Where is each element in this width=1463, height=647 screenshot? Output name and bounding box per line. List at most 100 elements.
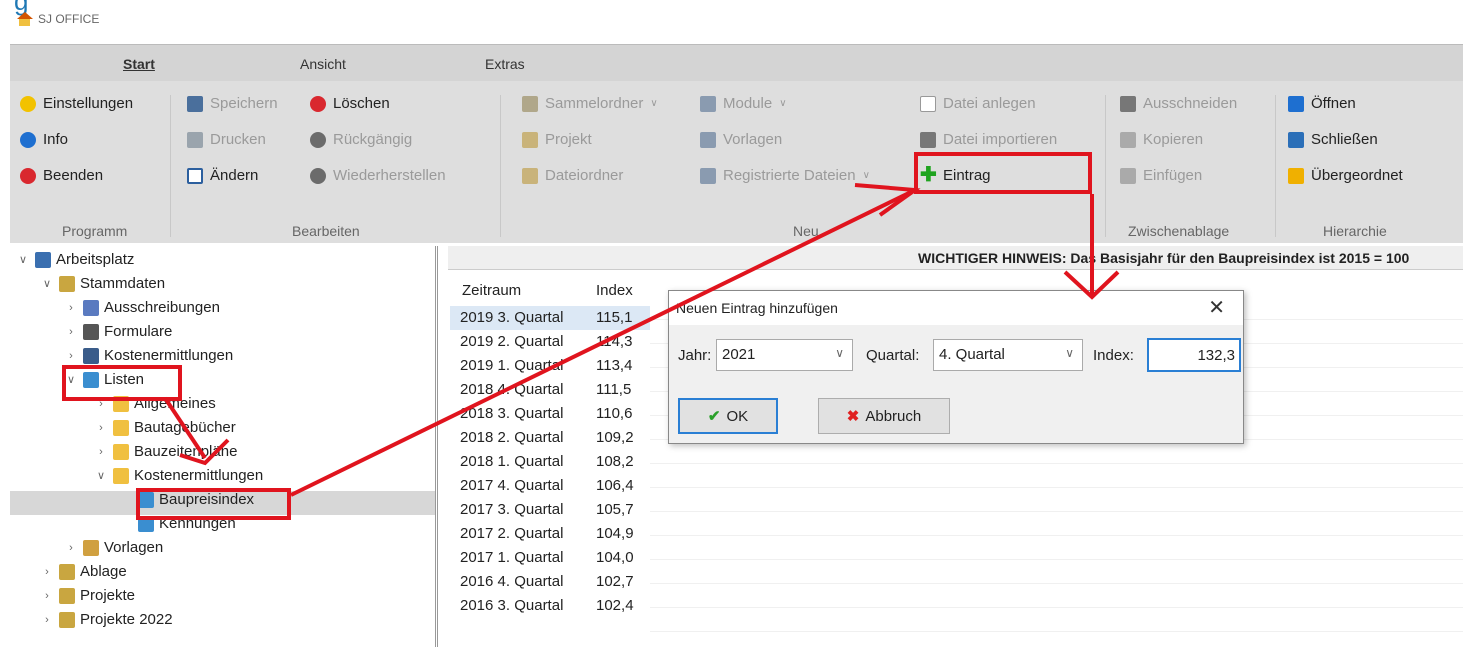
- ribbon-tabs: Start Ansicht Extras: [10, 45, 1463, 81]
- tab-extras[interactable]: Extras: [485, 56, 525, 72]
- table-row[interactable]: 2018 2. Quartal 109,2: [450, 426, 650, 450]
- expand-icon[interactable]: ∨: [16, 253, 30, 266]
- tree-node-kostenermittlungen[interactable]: › Kostenermittlungen: [64, 347, 233, 364]
- collapse-icon[interactable]: ›: [94, 446, 108, 458]
- modules-button[interactable]: Module ∨: [700, 95, 787, 112]
- annotation-box-baupreisindex: [136, 488, 291, 520]
- paste-icon: [1120, 167, 1136, 184]
- collapse-icon[interactable]: ›: [40, 614, 54, 626]
- cell-index: 108,2: [596, 453, 634, 470]
- tree-node-ausschreibungen[interactable]: › Ausschreibungen: [64, 299, 220, 316]
- table-row[interactable]: 2019 1. Quartal 113,4: [450, 354, 650, 378]
- collapse-icon[interactable]: ›: [64, 302, 78, 314]
- collapse-icon[interactable]: ›: [40, 590, 54, 602]
- app-title: SJ OFFICE: [16, 12, 99, 26]
- tab-ansicht[interactable]: Ansicht: [300, 56, 346, 72]
- paste-button[interactable]: Einfügen: [1120, 167, 1202, 184]
- cell-index: 111,5: [596, 381, 632, 398]
- cell-index: 115,1: [596, 309, 633, 326]
- import-file-button[interactable]: Datei importieren: [920, 131, 1057, 148]
- column-header-index[interactable]: Index: [596, 282, 633, 299]
- tree-node-formulare[interactable]: › Formulare: [64, 323, 172, 340]
- table-row[interactable]: 2017 3. Quartal 105,7: [450, 498, 650, 522]
- copy-icon: [1120, 131, 1136, 148]
- ribbon: Start Ansicht Extras Einstellungen Info …: [10, 44, 1463, 243]
- tree-node-ablage[interactable]: › Ablage: [40, 563, 127, 580]
- create-file-button[interactable]: Datei anlegen: [920, 95, 1036, 112]
- cell-zeitraum: 2018 4. Quartal: [460, 381, 564, 398]
- table-row[interactable]: 2018 4. Quartal 111,5: [450, 378, 650, 402]
- table-row[interactable]: 2018 1. Quartal 108,2: [450, 450, 650, 474]
- annotation-box-listen: [62, 365, 182, 401]
- registered-files-button[interactable]: Registrierte Dateien ∨: [700, 167, 870, 184]
- table-row[interactable]: 2019 3. Quartal 115,1: [450, 306, 650, 330]
- cell-zeitraum: 2017 3. Quartal: [460, 501, 564, 518]
- cell-zeitraum: 2016 3. Quartal: [460, 597, 564, 614]
- project-button[interactable]: Projekt: [522, 131, 592, 148]
- copy-button[interactable]: Kopieren: [1120, 131, 1203, 148]
- file-folder-button[interactable]: Dateiordner: [522, 167, 623, 184]
- add-entry-dialog: Neuen Eintrag hinzufügen ✕ Jahr: 2021 ∨ Q…: [668, 290, 1244, 444]
- tree-node-kostenermittlungen-sub[interactable]: ∨ Kostenermittlungen: [94, 467, 263, 484]
- table-row[interactable]: 2016 3. Quartal 102,4: [450, 594, 650, 618]
- cancel-button[interactable]: ✖ Abbruch: [818, 398, 950, 434]
- table-row[interactable]: 2017 4. Quartal 106,4: [450, 474, 650, 498]
- project-icon: [522, 131, 538, 148]
- close-icon[interactable]: ✕: [1208, 295, 1225, 320]
- close-button[interactable]: Schließen: [1288, 131, 1378, 148]
- table-row[interactable]: 2016 4. Quartal 102,7: [450, 570, 650, 594]
- save-button[interactable]: Speichern: [187, 95, 278, 112]
- separator: [170, 95, 171, 237]
- collapse-icon[interactable]: ›: [64, 326, 78, 338]
- ok-button[interactable]: ✔ OK: [678, 398, 778, 434]
- chevron-down-icon: ∨: [862, 170, 870, 181]
- navigation-tree: ∨ Arbeitsplatz ∨ Stammdaten › Ausschreibung…: [10, 246, 438, 647]
- edit-button[interactable]: Ändern: [187, 167, 258, 184]
- column-header-zeitraum[interactable]: Zeitraum: [462, 282, 521, 299]
- expand-icon[interactable]: ∨: [94, 469, 108, 482]
- tab-start[interactable]: Start: [123, 56, 155, 72]
- tree-node-vorlagen[interactable]: › Vorlagen: [64, 539, 163, 556]
- table-row[interactable]: 2018 3. Quartal 110,6: [450, 402, 650, 426]
- table-row[interactable]: 2017 2. Quartal 104,9: [450, 522, 650, 546]
- cut-button[interactable]: Ausschneiden: [1120, 95, 1237, 112]
- quit-button[interactable]: Beenden: [20, 167, 103, 184]
- templates-button[interactable]: Vorlagen: [700, 131, 782, 148]
- cabinet-icon: [59, 587, 75, 604]
- annotation-box-eintrag: [914, 152, 1092, 194]
- table-row[interactable]: 2017 1. Quartal 104,0: [450, 546, 650, 570]
- cell-index: 105,7: [596, 501, 634, 518]
- undo-button[interactable]: Rückgängig: [310, 131, 412, 148]
- cell-zeitraum: 2019 1. Quartal: [460, 357, 564, 374]
- collapse-icon[interactable]: ›: [64, 350, 78, 362]
- print-button[interactable]: Drucken: [187, 131, 266, 148]
- jahr-select[interactable]: 2021 ∨: [716, 339, 853, 371]
- collapse-icon[interactable]: ›: [64, 542, 78, 554]
- index-label: Index:: [1093, 347, 1134, 364]
- redo-icon: [310, 167, 326, 184]
- collapse-icon[interactable]: ›: [94, 422, 108, 434]
- collective-folder-button[interactable]: Sammelordner ∨: [522, 95, 658, 112]
- tree-node-arbeitsplatz[interactable]: ∨ Arbeitsplatz: [16, 251, 134, 268]
- table-row[interactable]: 2019 2. Quartal 114,3: [450, 330, 650, 354]
- quartal-select[interactable]: 4. Quartal ∨: [933, 339, 1083, 371]
- save-icon: [187, 95, 203, 112]
- tree-node-stammdaten[interactable]: ∨ Stammdaten: [40, 275, 165, 292]
- scissors-icon: [1120, 95, 1136, 112]
- index-input[interactable]: 132,3: [1147, 338, 1241, 372]
- delete-button[interactable]: Löschen: [310, 95, 390, 112]
- cell-zeitraum: 2017 2. Quartal: [460, 525, 564, 542]
- tree-node-projekte[interactable]: › Projekte: [40, 587, 135, 604]
- expand-icon[interactable]: ∨: [40, 277, 54, 290]
- import-icon: [920, 131, 936, 148]
- open-button[interactable]: Öffnen: [1288, 95, 1356, 112]
- info-button[interactable]: Info: [20, 131, 68, 148]
- settings-button[interactable]: Einstellungen: [20, 95, 133, 112]
- parent-button[interactable]: Übergeordnet: [1288, 167, 1403, 184]
- tree-node-projekte-2022[interactable]: › Projekte 2022: [40, 611, 172, 628]
- tree-node-bautagebuecher[interactable]: › Bautagebücher: [94, 419, 236, 436]
- tree-node-bauzeitenplaene[interactable]: › Bauzeitenpläne: [94, 443, 237, 460]
- redo-button[interactable]: Wiederherstellen: [310, 167, 446, 184]
- collapse-icon[interactable]: ›: [40, 566, 54, 578]
- cell-zeitraum: 2017 4. Quartal: [460, 477, 564, 494]
